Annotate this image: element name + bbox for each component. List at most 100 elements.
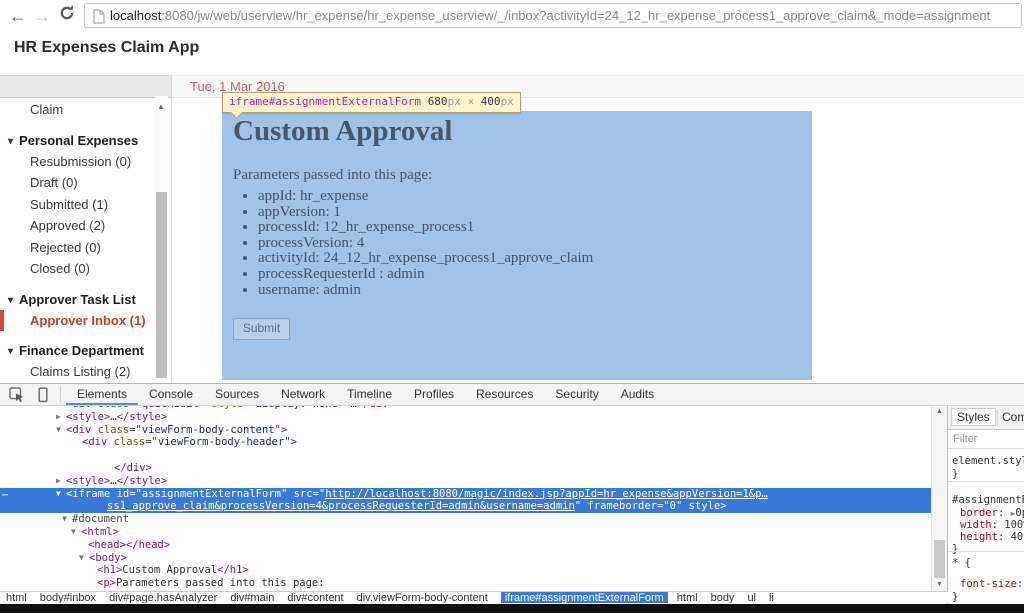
sidebar-item-closed-0[interactable]: Closed (0)	[0, 258, 155, 280]
tab-styles[interactable]: Styles	[951, 408, 996, 426]
dom-tree-node[interactable]: <h1>Custom Approval</h1>	[0, 564, 931, 577]
elements-scroll-thumb[interactable]	[934, 540, 945, 578]
sidebar-entries: Claim ▾ Personal Expenses Resubmission (0)D…	[0, 96, 155, 383]
css-rule-line[interactable]: * {	[952, 557, 971, 569]
breadcrumb-div-content[interactable]: div#content	[287, 592, 343, 604]
css-rule-line[interactable]: height: 400px	[960, 531, 1024, 543]
panel-separator[interactable]	[947, 405, 948, 604]
node-overflow-menu-icon[interactable]: ⋯	[2, 490, 8, 501]
scroll-up-icon[interactable]: ▲	[157, 102, 165, 111]
code-segment: #document	[72, 513, 129, 525]
dom-tree-node[interactable]: <div class="viewForm-body-header">	[0, 436, 931, 449]
devtools-tab-audits[interactable]: Audits	[610, 384, 665, 405]
dom-tree-node[interactable]: ▼#document	[0, 513, 931, 526]
devtools-tab-security[interactable]: Security	[544, 384, 609, 405]
elements-scrollbar[interactable]: ▲ ▼	[931, 405, 948, 591]
dom-tree-node[interactable]: ss1_approve_claim&processVersion=4&proce…	[0, 500, 931, 513]
css-rule-line[interactable]: }	[952, 591, 958, 603]
css-rule-line[interactable]: }	[952, 543, 958, 555]
label: Personal Expenses	[19, 133, 138, 148]
dom-tree-node[interactable]: ▼<iframe id="assignmentExternalForm" src…	[0, 488, 931, 501]
dom-tree-node[interactable]: ▼<div class="viewForm-body-content">	[0, 424, 931, 437]
sidebar-item-claim[interactable]: Claim	[0, 99, 155, 121]
css-rule-line[interactable]: width: 100%	[960, 519, 1024, 531]
device-toolbar-button[interactable]	[36, 387, 50, 408]
sidebar-item-approver-inbox-1[interactable]: Approver Inbox (1)	[0, 310, 155, 332]
page-favicon-icon	[93, 9, 105, 29]
devtools-tab-console[interactable]: Console	[138, 384, 204, 405]
sidebar-item-approved-2[interactable]: Approved (2)	[0, 215, 155, 237]
css-segment: 0px	[1015, 507, 1024, 519]
code-segment: "	[575, 500, 588, 512]
sidebar-section-approver-task-list[interactable]: ▾Approver Task List	[0, 289, 155, 310]
devtools-tab-timeline[interactable]: Timeline	[336, 384, 403, 405]
breadcrumb-iframe-assignmentexternalform[interactable]: iframe#assignmentExternalForm	[501, 592, 668, 604]
dom-tree-node[interactable]	[0, 449, 931, 462]
dom-tree-node[interactable]: ▼<body>	[0, 552, 931, 565]
css-rule-line[interactable]: border: ▶0px	[960, 507, 1024, 519]
section-caret-icon: ▾	[8, 136, 13, 147]
breadcrumb-div-main[interactable]: div#main	[230, 592, 274, 604]
styles-filter-input[interactable]: Filter	[953, 433, 977, 445]
css-rule-line[interactable]: element.style {	[952, 455, 1024, 467]
breadcrumb-body[interactable]: body	[711, 592, 735, 604]
dom-tree-node[interactable]: ▶<style>…</style>	[0, 475, 931, 488]
css-rule-line[interactable]: font-size:	[960, 578, 1023, 590]
tab-computed[interactable]: Compu	[997, 409, 1024, 425]
breadcrumb-html[interactable]: html	[677, 592, 698, 604]
scroll-down-icon[interactable]: ▼	[936, 581, 943, 588]
breadcrumb-html[interactable]: html	[6, 592, 27, 604]
sidebar-item-submitted-1[interactable]: Submitted (1)	[0, 194, 155, 216]
sidebar-scrollbar[interactable]: ▲	[155, 96, 168, 383]
sidebar-scroll-thumb[interactable]	[156, 192, 167, 378]
scroll-up-icon[interactable]: ▲	[936, 408, 943, 415]
styles-sidebar-tabs: Styles Compu	[948, 405, 1024, 430]
expand-arrow-icon: ▼	[71, 526, 81, 539]
css-rule-line[interactable]: #assignmentExternalForm {	[952, 494, 1024, 506]
breadcrumb-body-inbox[interactable]: body#inbox	[40, 592, 96, 604]
css-segment: #assignmentExternalForm {	[952, 494, 1024, 506]
sidebar-section-personal-expenses[interactable]: ▾ Personal Expenses	[0, 130, 155, 151]
param-item: appId: hr_expense	[258, 189, 593, 205]
devtools-tab-network[interactable]: Network	[270, 384, 336, 405]
dom-tree-node[interactable]: </div>	[0, 462, 931, 475]
css-segment: element.style {	[952, 455, 1024, 467]
code-segment: "viewForm-body-header"	[152, 436, 291, 448]
sidebar-item-resubmission-0[interactable]: Resubmission (0)	[0, 151, 155, 173]
devtools-tab-resources[interactable]: Resources	[465, 384, 544, 405]
inspect-element-button[interactable]	[9, 387, 25, 408]
devtools-tab-elements[interactable]: Elements	[66, 384, 138, 405]
devtools-tabs: ElementsConsoleSourcesNetworkTimelinePro…	[66, 384, 665, 405]
breadcrumb-div-viewform-body-content[interactable]: div.viewForm-body-content	[357, 592, 488, 604]
code-segment: <body>	[89, 552, 127, 564]
css-segment: :	[998, 531, 1011, 543]
code-segment: <div	[82, 436, 114, 448]
breadcrumb-ul[interactable]: ul	[747, 592, 756, 604]
submit-button[interactable]: Submit	[233, 318, 290, 340]
sidebar-section-finance-department[interactable]: ▾Finance Department	[0, 340, 155, 361]
label: Finance Department	[19, 343, 144, 358]
sidebar-item-draft-0[interactable]: Draft (0)	[0, 172, 155, 194]
devtools-tab-sources[interactable]: Sources	[204, 384, 270, 405]
dom-tree-node[interactable]: <p>Parameters passed into this page:	[0, 577, 931, 590]
dom-tree-node[interactable]: ▶<style>…</style>	[0, 411, 931, 424]
reload-button[interactable]	[55, 3, 79, 27]
sidebar-item-claims-listing-2[interactable]: Claims Listing (2)	[0, 361, 155, 383]
url-bar[interactable]: localhost:8080/jw/web/userview/hr_expens…	[84, 3, 1022, 28]
sidebar-item-rejected-0[interactable]: Rejected (0)	[0, 237, 155, 259]
code-segment: </div>	[114, 462, 152, 474]
breadcrumb-div-page-hasanalyzer[interactable]: div#page.hasAnalyzer	[109, 592, 217, 604]
forward-button[interactable]: →	[30, 4, 54, 28]
sidebar-divider	[171, 75, 172, 383]
breadcrumb-li[interactable]: li	[769, 592, 774, 604]
dom-breadcrumbs: html body#inbox div#page.hasAnalyzer div#ma…	[0, 591, 948, 603]
devtools-tab-profiles[interactable]: Profiles	[403, 384, 465, 405]
label: Claims Listing (2)	[30, 364, 130, 379]
css-rule-line[interactable]: }	[952, 468, 958, 480]
css-segment: :	[992, 519, 1005, 531]
code-segment: >	[291, 436, 297, 448]
dom-tree-node[interactable]: ▼<html>	[0, 526, 931, 539]
dom-tree-node[interactable]: <head></head>	[0, 539, 931, 552]
back-button[interactable]: ←	[6, 4, 30, 28]
code-segment: Custom Approval	[122, 564, 217, 576]
